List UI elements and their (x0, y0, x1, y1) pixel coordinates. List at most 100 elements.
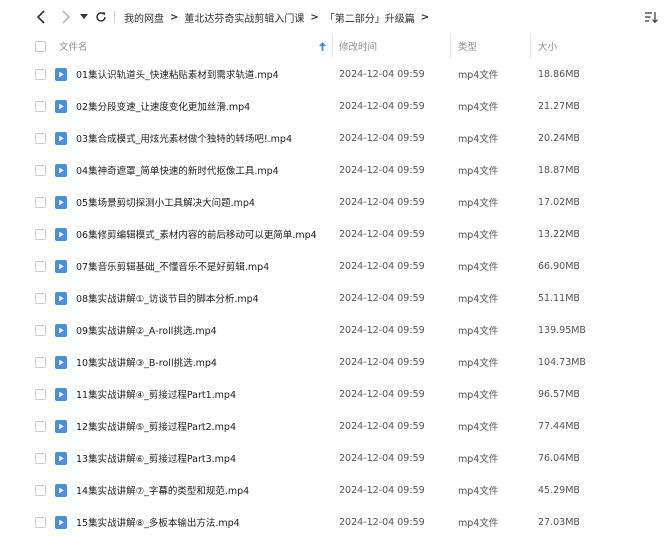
file-type: mp4文件 (458, 454, 499, 465)
file-row[interactable]: 14集实战讲解⑦_字幕的类型和规范.mp4 2024-12-04 09:59 m… (0, 474, 672, 506)
column-header-type[interactable]: 类型 (458, 34, 477, 58)
video-file-icon (55, 131, 67, 145)
file-modified: 2024-12-04 09:59 (339, 356, 425, 368)
file-name[interactable]: 14集实战讲解⑦_字幕的类型和规范.mp4 (76, 474, 249, 506)
row-checkbox[interactable] (35, 420, 46, 432)
back-button[interactable] (34, 9, 48, 25)
video-file-icon (55, 291, 67, 305)
sort-button[interactable] (644, 10, 658, 24)
history-dropdown[interactable] (79, 9, 89, 25)
file-size: 13.22MB (538, 228, 580, 240)
select-all-checkbox[interactable] (35, 40, 46, 52)
refresh-button[interactable] (94, 9, 108, 25)
select-all[interactable] (35, 34, 46, 58)
file-name[interactable]: 11集实战讲解④_剪接过程Part1.mp4 (76, 378, 236, 410)
column-divider (332, 34, 333, 58)
file-size: 77.44MB (538, 420, 580, 432)
video-file-icon (55, 259, 67, 273)
file-row[interactable]: 13集实战讲解⑥_剪接过程Part3.mp4 2024-12-04 09:59 … (0, 442, 672, 474)
file-size: 18.86MB (538, 68, 580, 80)
file-row[interactable]: 02集分段变速_让速度变化更加丝滑.mp4 2024-12-04 09:59 m… (0, 90, 672, 122)
breadcrumb: 我的网盘 > 董北达芬奇实战剪辑入门课 > 「第二部分」升级篇 > (124, 10, 435, 25)
file-row[interactable]: 10集实战讲解③_B-roll挑选.mp4 2024-12-04 09:59 m… (0, 346, 672, 378)
file-size: 18.87MB (538, 164, 580, 176)
file-size: 45.29MB (538, 484, 580, 496)
file-size: 104.73MB (538, 356, 586, 368)
file-row[interactable]: 09集实战讲解②_A-roll挑选.mp4 2024-12-04 09:59 m… (0, 314, 672, 346)
file-row[interactable]: 06集修剪编辑模式_素材内容的前后移动可以更简单.mp4 2024-12-04 … (0, 218, 672, 250)
column-divider (530, 34, 531, 58)
file-type: mp4文件 (458, 518, 499, 529)
file-row[interactable]: 03集合成模式_用炫光素材做个独特的转场吧!.mp4 2024-12-04 09… (0, 122, 672, 154)
breadcrumb-item-current[interactable]: 「第二部分」升级篇 (325, 10, 415, 25)
file-type: mp4文件 (458, 294, 499, 305)
file-name[interactable]: 01集认识轨道头_快速粘贴素材到需求轨道.mp4 (76, 58, 279, 90)
breadcrumb-separator-icon: > (310, 11, 319, 23)
refresh-icon (96, 12, 106, 22)
file-name[interactable]: 07集音乐剪辑基础_不懂音乐不是好剪辑.mp4 (76, 250, 269, 282)
row-checkbox[interactable] (35, 292, 46, 304)
breadcrumb-item-course[interactable]: 董北达芬奇实战剪辑入门课 (184, 10, 304, 25)
column-header-modified[interactable]: 修改时间 (339, 34, 377, 58)
file-modified: 2024-12-04 09:59 (339, 452, 425, 464)
video-file-icon (55, 99, 67, 113)
column-header-name[interactable]: 文件名 (59, 34, 88, 58)
file-name[interactable]: 06集修剪编辑模式_素材内容的前后移动可以更简单.mp4 (76, 218, 317, 250)
column-header-size[interactable]: 大小 (538, 34, 557, 58)
video-file-icon (55, 355, 67, 369)
row-checkbox[interactable] (35, 260, 46, 272)
video-file-icon (55, 515, 67, 529)
row-checkbox[interactable] (35, 324, 46, 336)
chevron-right-icon (62, 10, 71, 24)
video-file-icon (55, 419, 67, 433)
breadcrumb-item-root[interactable]: 我的网盘 (124, 10, 164, 25)
video-file-icon (55, 451, 67, 465)
row-checkbox[interactable] (35, 196, 46, 208)
file-row[interactable]: 04集神奇遮罩_简单快速的新时代抠像工具.mp4 2024-12-04 09:5… (0, 154, 672, 186)
file-size: 20.24MB (538, 132, 580, 144)
file-row[interactable]: 08集实战讲解①_访谈节目的脚本分析.mp4 2024-12-04 09:59 … (0, 282, 672, 314)
file-name[interactable]: 10集实战讲解③_B-roll挑选.mp4 (76, 346, 217, 378)
file-modified: 2024-12-04 09:59 (339, 100, 425, 112)
file-type: mp4文件 (458, 486, 499, 497)
file-modified: 2024-12-04 09:59 (339, 68, 425, 80)
file-name[interactable]: 03集合成模式_用炫光素材做个独特的转场吧!.mp4 (76, 122, 292, 154)
file-type: mp4文件 (458, 166, 499, 177)
file-row[interactable]: 05集场景剪切探测小工具解决大问题.mp4 2024-12-04 09:59 m… (0, 186, 672, 218)
row-checkbox[interactable] (35, 164, 46, 176)
file-list-header: 文件名 修改时间 类型 大小 (0, 34, 672, 58)
file-name[interactable]: 05集场景剪切探测小工具解决大问题.mp4 (76, 186, 255, 218)
file-name[interactable]: 02集分段变速_让速度变化更加丝滑.mp4 (76, 90, 250, 122)
row-checkbox[interactable] (35, 100, 46, 112)
forward-button[interactable] (59, 9, 73, 25)
file-size: 96.57MB (538, 388, 580, 400)
file-name[interactable]: 12集实战讲解⑤_剪接过程Part2.mp4 (76, 410, 236, 442)
sort-indicator[interactable] (319, 34, 326, 58)
file-row[interactable]: 12集实战讲解⑤_剪接过程Part2.mp4 2024-12-04 09:59 … (0, 410, 672, 442)
video-file-icon (55, 387, 67, 401)
file-row[interactable]: 07集音乐剪辑基础_不懂音乐不是好剪辑.mp4 2024-12-04 09:59… (0, 250, 672, 282)
file-row[interactable]: 15集实战讲解⑧_多板本输出方法.mp4 2024-12-04 09:59 mp… (0, 506, 672, 538)
file-type: mp4文件 (458, 422, 499, 433)
file-name[interactable]: 09集实战讲解②_A-roll挑选.mp4 (76, 314, 217, 346)
file-modified: 2024-12-04 09:59 (339, 324, 425, 336)
file-modified: 2024-12-04 09:59 (339, 260, 425, 272)
file-name[interactable]: 15集实战讲解⑧_多板本输出方法.mp4 (76, 506, 240, 538)
row-checkbox[interactable] (35, 228, 46, 240)
row-checkbox[interactable] (35, 516, 46, 528)
row-checkbox[interactable] (35, 452, 46, 464)
file-row[interactable]: 01集认识轨道头_快速粘贴素材到需求轨道.mp4 2024-12-04 09:5… (0, 58, 672, 90)
row-checkbox[interactable] (35, 484, 46, 496)
row-checkbox[interactable] (35, 68, 46, 80)
file-modified: 2024-12-04 09:59 (339, 164, 425, 176)
file-name[interactable]: 04集神奇遮罩_简单快速的新时代抠像工具.mp4 (76, 154, 279, 186)
row-checkbox[interactable] (35, 388, 46, 400)
file-row[interactable]: 11集实战讲解④_剪接过程Part1.mp4 2024-12-04 09:59 … (0, 378, 672, 410)
file-type: mp4文件 (458, 326, 499, 337)
file-name[interactable]: 13集实战讲解⑥_剪接过程Part3.mp4 (76, 442, 236, 474)
video-file-icon (55, 227, 67, 241)
row-checkbox[interactable] (35, 132, 46, 144)
file-name[interactable]: 08集实战讲解①_访谈节目的脚本分析.mp4 (76, 282, 259, 314)
row-checkbox[interactable] (35, 356, 46, 368)
file-modified: 2024-12-04 09:59 (339, 420, 425, 432)
